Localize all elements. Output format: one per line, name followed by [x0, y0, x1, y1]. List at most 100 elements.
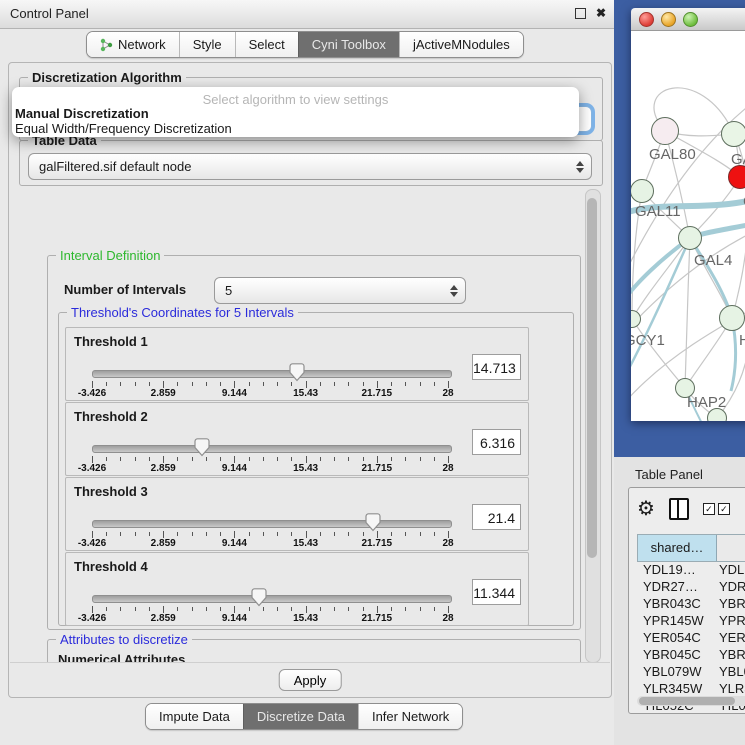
tick-label: 28 — [418, 388, 478, 399]
table-cell: YDL19… — [637, 561, 715, 578]
checkbox-icon[interactable]: ✓ — [703, 503, 715, 515]
table-horizontal-scrollbar[interactable] — [637, 696, 745, 706]
tab-impute-data[interactable]: Impute Data — [146, 704, 243, 729]
table-rows: YDL19…YDL19…YDR27…YDR27…YBR043CYBR043CYP… — [637, 561, 745, 714]
settings-scroll-area: Interval Definition Number of Intervals … — [9, 187, 585, 663]
column-layout-icon[interactable] — [669, 498, 689, 520]
tab-label: jActiveMNodules — [413, 37, 510, 52]
tab-infer-network[interactable]: Infer Network — [358, 704, 462, 729]
tick-label: 21.715 — [347, 613, 407, 624]
algorithm-option-manual-discretization[interactable]: Manual Discretization — [15, 106, 149, 121]
threshold-value-field[interactable]: 11.344 — [472, 579, 521, 605]
table-cell: YBR043C — [637, 595, 715, 612]
tick-mark — [320, 382, 321, 386]
network-node-gal4[interactable] — [678, 226, 702, 250]
threshold-value-field[interactable]: 21.4 — [472, 504, 521, 530]
slider-track[interactable] — [92, 370, 452, 378]
tick-mark — [348, 457, 349, 461]
tick-mark — [234, 606, 235, 613]
slider-thumb[interactable] — [194, 438, 210, 457]
tick-mark — [177, 382, 178, 386]
table-row[interactable]: YER054CYER054C — [637, 629, 745, 646]
number-of-intervals-label: Number of Intervals — [64, 282, 186, 297]
screen: Control Panel ✖ NetworkStyleSelectCyni T… — [0, 0, 745, 745]
table-row[interactable]: YPR145WYPR145W — [637, 612, 745, 629]
slider-track[interactable] — [92, 520, 452, 528]
tick-label: 2.859 — [133, 538, 193, 549]
threshold-label: Threshold 3 — [74, 484, 148, 499]
tick-label: 2.859 — [133, 613, 193, 624]
node-label: GCY1 — [631, 332, 665, 349]
tick-mark — [106, 532, 107, 536]
network-desktop-frame: GAL80GACGAL11GAL4GCY1HHAP2 — [614, 0, 745, 457]
bottom-tab-bar: Impute Data Discretize Data Infer Network — [145, 703, 463, 730]
column-header-name[interactable]: name — [717, 535, 745, 561]
tick-label: 9.144 — [204, 388, 264, 399]
network-node-ga[interactable] — [721, 121, 745, 147]
close-icon[interactable]: ✖ — [596, 7, 606, 19]
float-window-icon[interactable] — [575, 8, 586, 19]
slider-track[interactable] — [92, 445, 452, 453]
network-canvas[interactable]: GAL80GACGAL11GAL4GCY1HHAP2 — [631, 31, 745, 421]
table-cell: YDL19… — [715, 561, 745, 578]
tab-select[interactable]: Select — [235, 32, 298, 57]
network-node[interactable] — [707, 408, 727, 421]
tick-label: 15.43 — [276, 613, 336, 624]
table-row[interactable]: YBL079WYBL079W — [637, 663, 745, 680]
tab-discretize-data[interactable]: Discretize Data — [243, 704, 358, 729]
tab-jactivemnodules[interactable]: jActiveMNodules — [399, 32, 523, 57]
tick-mark — [263, 607, 264, 611]
tick-mark — [348, 607, 349, 611]
network-node-gal11[interactable] — [631, 179, 654, 203]
algorithm-option-equal-width-frequency-discretization[interactable]: Equal Width/Frequency Discretization — [15, 121, 232, 136]
tick-mark — [363, 532, 364, 536]
table-header-row: shared…name — [637, 534, 745, 562]
tick-mark — [234, 381, 235, 388]
network-node-h[interactable] — [719, 305, 745, 331]
column-header-shared[interactable]: shared… — [638, 535, 717, 561]
tick-mark — [334, 382, 335, 386]
close-traffic-light-icon[interactable] — [639, 12, 654, 27]
tick-mark — [391, 382, 392, 386]
table-row[interactable]: YDL19…YDL19… — [637, 561, 745, 578]
tab-cyni-toolbox[interactable]: Cyni Toolbox — [298, 32, 399, 57]
table-row[interactable]: YBR045CYBR045C — [637, 646, 745, 663]
network-node-c[interactable] — [728, 165, 745, 189]
threshold-value-field[interactable]: 6.316 — [472, 429, 521, 455]
tick-mark — [320, 607, 321, 611]
table-row[interactable]: YBR043CYBR043C — [637, 595, 745, 612]
zoom-traffic-light-icon[interactable] — [683, 12, 698, 27]
network-view-window[interactable]: GAL80GACGAL11GAL4GCY1HHAP2 — [631, 8, 745, 420]
tab-label: Discretize Data — [257, 709, 345, 724]
slider-track[interactable] — [92, 595, 452, 603]
tab-network[interactable]: Network — [87, 32, 179, 57]
slider-thumb[interactable] — [289, 363, 305, 382]
minimize-traffic-light-icon[interactable] — [661, 12, 676, 27]
table-cell: YBR045C — [715, 646, 745, 663]
network-node-gal80[interactable] — [651, 117, 679, 145]
tick-mark — [420, 457, 421, 461]
discretization-algorithm-group-title: Discretization Algorithm — [28, 70, 186, 85]
table-row[interactable]: YDR27…YDR27… — [637, 578, 745, 595]
settings-vertical-scrollbar[interactable] — [585, 189, 601, 663]
tick-mark — [348, 532, 349, 536]
gear-icon[interactable]: ⚙ — [637, 499, 655, 519]
tab-style[interactable]: Style — [179, 32, 235, 57]
slider-thumb[interactable] — [251, 588, 267, 607]
tick-mark — [277, 457, 278, 461]
tick-mark — [106, 607, 107, 611]
apply-button[interactable]: Apply — [279, 669, 342, 691]
table-data-combobox[interactable]: galFiltered.sif default node — [28, 153, 592, 180]
number-of-intervals-combobox[interactable]: 5 — [214, 277, 466, 304]
slider-thumb[interactable] — [365, 513, 381, 532]
table-toolbar: ⚙ ✓ ✓ — [629, 488, 745, 530]
checkbox-icon[interactable]: ✓ — [718, 503, 730, 515]
tick-mark — [434, 532, 435, 536]
node-label: H — [739, 332, 745, 349]
tick-mark — [220, 457, 221, 461]
table-row[interactable]: YLR345WYLR345W — [637, 680, 745, 697]
tick-mark — [263, 532, 264, 536]
tick-label: 21.715 — [347, 538, 407, 549]
threshold-value-field[interactable]: 14.713 — [472, 354, 521, 380]
tick-label: 9.144 — [204, 613, 264, 624]
